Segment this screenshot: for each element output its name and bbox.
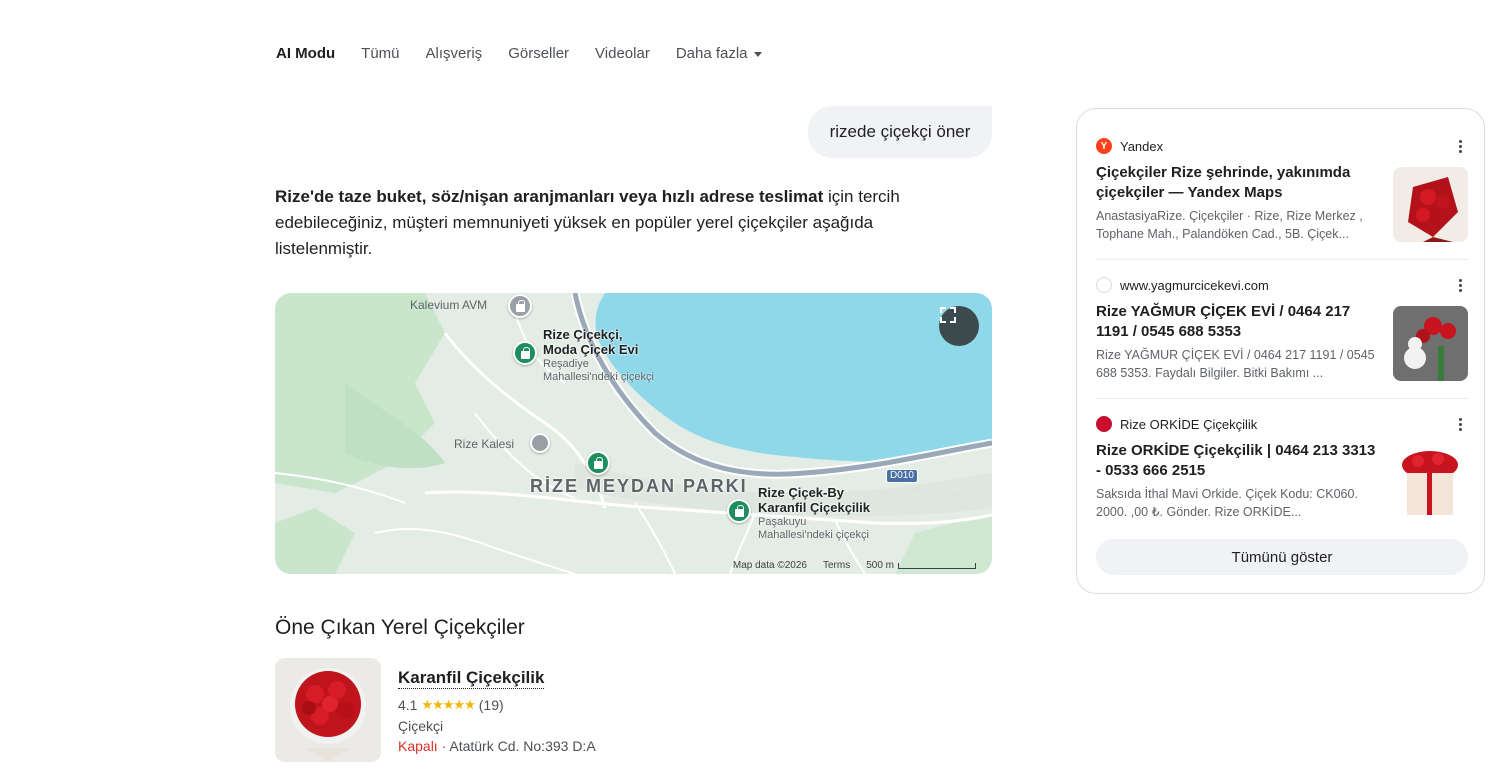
open-status: Kapalı [398,738,438,754]
map-pin-florist-3[interactable] [727,499,751,523]
shopping-bag-icon[interactable] [508,294,532,318]
source-card-orkide[interactable]: Rize ORKİDE Çiçekçilik Rize ORKİDE Çiçek… [1096,415,1468,525]
source-title[interactable]: Rize YAĞMUR ÇİÇEK EVİ / 0464 217 1191 / … [1096,302,1376,342]
rating-value: 4.1 [398,697,418,713]
shopping-bag-icon [520,346,530,359]
source-snippet: Rize YAĞMUR ÇİÇEK EVİ / 0464 217 1191 / … [1096,348,1375,380]
favicon-letter: Y [1100,140,1108,152]
more-options-icon[interactable] [1452,415,1468,433]
place-name-link[interactable]: Karanfil Çiçekçilik [398,668,545,689]
map-label-park: RİZE MEYDAN PARKI [530,476,748,496]
source-thumbnail[interactable] [1393,167,1468,242]
source-title[interactable]: Rize ORKİDE Çiçekçilik | 0464 213 3313 -… [1096,441,1376,481]
divider [1096,398,1468,399]
place-address: · Atatürk Cd. No:393 D:A [437,738,596,754]
shopping-bag-icon [593,456,603,469]
road-badge: D010 [886,469,918,483]
divider [1096,259,1468,260]
section-title: Öne Çıkan Yerel Çiçekçiler [275,616,525,639]
source-site-name: Yandex [1120,138,1164,154]
show-all-button[interactable]: Tümünü göster [1096,539,1468,575]
map-footer: Map data ©2026 Terms 500 m [733,560,976,571]
tab-videos[interactable]: Videolar [595,43,650,63]
map-poi-sub-2: Paşakuyu Mahallesi'ndeki çiçekçi [758,516,869,542]
map-poi-title-2[interactable]: Rize Çiçek-By Karanfil Çiçekçilik [758,485,870,515]
ai-answer-paragraph: Rize'de taze buket, söz/nişan aranjmanla… [275,184,975,262]
tab-label: AI Modu [276,44,336,62]
place-category: Çiçekçi [398,718,444,734]
flag-icon [1096,416,1112,432]
tab-label: Videolar [595,44,650,62]
tab-label: Daha fazla [675,44,748,62]
map[interactable]: Kalevium AVM Rize Çiçekçi, Moda Çiçek Evi… [275,293,992,574]
poi-title-line: Karanfil Çiçekçilik [758,500,870,515]
place-status-line: Kapalı · Atatürk Cd. No:393 D:A [398,738,596,754]
star-rating-icon: ★★★★★ [421,697,475,712]
poi-title-line: Moda Çiçek Evi [543,342,639,357]
bouquet-image [275,658,381,762]
answer-bold-text: Rize'de taze buket, söz/nişan aranjmanla… [275,187,824,206]
poi-title-line: Rize Çiçek-By [758,485,844,500]
tab-shopping[interactable]: Alışveriş [426,43,483,63]
source-site-name: www.yagmurcicekevi.com [1120,277,1269,293]
poi-sub-line: Reşadiye [543,358,589,370]
map-attribution: Map data ©2026 [732,560,807,571]
user-query-text: rizede çiçekçi öner [829,122,971,141]
show-all-label: Tümünü göster [1231,548,1333,566]
poi-sub-line: Mahallesi'ndeki çiçekçi [543,371,654,383]
source-header: Y Yandex [1096,137,1468,155]
camera-icon[interactable] [530,433,550,453]
sources-panel: Y Yandex Çiçekçiler Rize şehrinde, yakın… [1076,108,1485,594]
caret-down-icon [753,51,762,57]
source-thumbnail[interactable] [1393,445,1468,520]
tab-all[interactable]: Tümü [361,43,399,63]
map-poi-sub-1: Reşadiye Mahallesi'ndeki çiçekçi [543,358,654,384]
review-count[interactable]: (19) [479,697,504,713]
scale-bar [898,563,976,569]
source-site-name: Rize ORKİDE Çiçekçilik [1120,416,1258,432]
yandex-icon: Y [1096,138,1112,154]
map-scale-label: 500 m [866,560,894,571]
place-rating: 4.1 ★★★★★ (19) [398,697,504,713]
tab-label: Alışveriş [425,44,483,62]
source-card-yandex[interactable]: Y Yandex Çiçekçiler Rize şehrinde, yakın… [1096,137,1468,247]
map-pin-florist-2[interactable] [586,451,610,475]
source-header: www.yagmurcicekevi.com [1096,276,1468,294]
bouquet-with-teddy-image [1393,306,1468,381]
tab-label: Görseller [508,44,570,62]
source-card-yagmur[interactable]: www.yagmurcicekevi.com Rize YAĞMUR ÇİÇEK… [1096,276,1468,386]
poi-sub-line: Mahallesi'ndeki çiçekçi [758,529,869,541]
expand-icon [940,307,956,323]
shopping-bag-icon [734,504,744,517]
poi-title-line: Rize Çiçekçi, [543,327,623,342]
tab-more[interactable]: Daha fazla [676,43,762,63]
map-scale: 500 m [866,560,976,571]
rose-box-image [1393,445,1468,520]
map-expand-button[interactable] [939,306,979,346]
search-tabs: AI Modu Tümü Alışveriş Görseller Videola… [276,43,762,63]
poi-sub-line: Paşakuyu [758,516,807,528]
globe-icon [1096,277,1112,293]
source-snippet: Saksıda İthal Mavi Orkide. Çiçek Kodu: C… [1096,487,1358,519]
bouquet-image [1393,167,1468,242]
source-header: Rize ORKİDE Çiçekçilik [1096,415,1468,433]
source-title[interactable]: Çiçekçiler Rize şehrinde, yakınımda çiçe… [1096,163,1376,203]
source-thumbnail[interactable] [1393,306,1468,381]
map-label-kalevium: Kalevium AVM [410,298,488,312]
map-poi-title-1[interactable]: Rize Çiçekçi, Moda Çiçek Evi [543,327,638,357]
tab-ai-mode[interactable]: AI Modu [276,43,335,63]
more-options-icon[interactable] [1452,276,1468,294]
user-query-bubble: rizede çiçekçi öner [808,106,992,158]
map-pin-florist-1[interactable] [513,341,537,365]
map-label-rize-kalesi: Rize Kalesi [454,437,515,451]
place-photo[interactable] [275,658,381,762]
map-terms-link[interactable]: Terms [823,560,850,571]
tab-images[interactable]: Görseller [508,43,569,63]
source-snippet: AnastasiyaRize. Çiçekçiler · Rize, Rize … [1096,209,1363,241]
tab-label: Tümü [361,44,400,62]
more-options-icon[interactable] [1452,137,1468,155]
